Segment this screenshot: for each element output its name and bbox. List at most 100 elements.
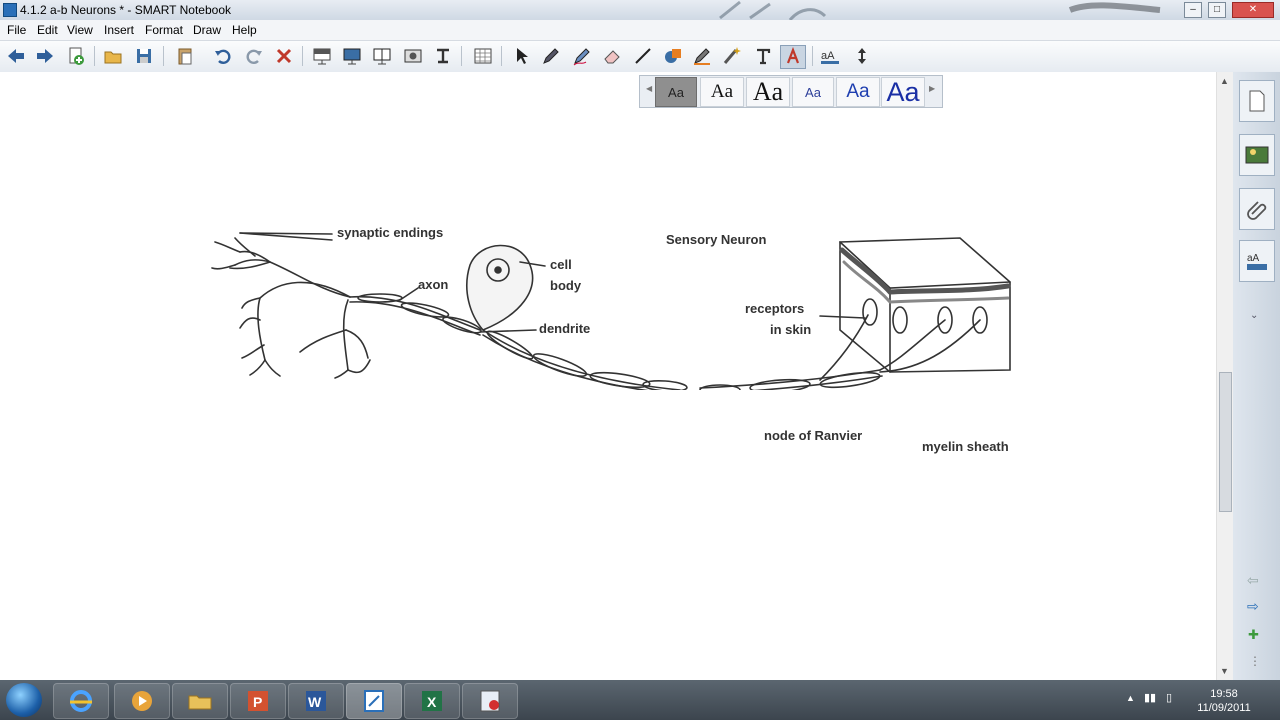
- move-toolbar-icon[interactable]: [850, 45, 874, 67]
- smart-tools-icon[interactable]: [462, 683, 518, 719]
- vertical-scrollbar[interactable]: ▲ ▼: [1216, 72, 1233, 680]
- label-body: body: [550, 278, 582, 293]
- screen-capture-icon[interactable]: [401, 45, 425, 67]
- add-page-icon[interactable]: [64, 45, 88, 67]
- menu-view[interactable]: View: [67, 23, 93, 37]
- attachments-tab-icon[interactable]: [1239, 188, 1275, 230]
- label-dendrite: dendrite: [539, 321, 591, 336]
- clock-date[interactable]: 11/09/2011: [1194, 702, 1254, 714]
- font-bar-prev-icon[interactable]: ◀: [646, 84, 652, 93]
- font-style-label: Aa: [668, 84, 684, 100]
- show-hidden-icons-icon[interactable]: ▲: [1126, 693, 1135, 703]
- windows-taskbar: P W X ▲ ▮▮ ▯ 19:58 11/09/2011: [0, 680, 1280, 720]
- side-tabs-panel: aA ⌄ ⇦ ⇨ ✚ ⋮: [1233, 72, 1280, 680]
- undo-icon[interactable]: [211, 45, 235, 67]
- smart-notebook-taskbar-icon[interactable]: [346, 683, 402, 719]
- properties-tab-icon[interactable]: aA: [1239, 240, 1275, 282]
- font-size-icon[interactable]: aA: [818, 45, 842, 67]
- menu-bar: File Edit View Insert Format Draw Help: [0, 20, 1280, 41]
- font-bar-next-icon[interactable]: ▶: [929, 84, 935, 93]
- paste-icon[interactable]: [173, 45, 197, 67]
- line-icon[interactable]: [631, 45, 655, 67]
- table-icon[interactable]: [471, 45, 495, 67]
- right-arrow-icon[interactable]: ⇨: [1247, 598, 1259, 615]
- page-sorter-tab-icon[interactable]: [1239, 80, 1275, 122]
- shape-icon[interactable]: [661, 45, 685, 67]
- menu-insert[interactable]: Insert: [104, 23, 134, 37]
- add-page-side-icon[interactable]: ✚: [1248, 627, 1259, 643]
- minimize-button[interactable]: –: [1184, 2, 1202, 18]
- font-style-label: Aa: [886, 76, 920, 107]
- toolbar-move-side-icon[interactable]: ⋮: [1249, 654, 1261, 668]
- font-style-3[interactable]: Aa: [746, 77, 790, 107]
- redo-icon[interactable]: [242, 45, 266, 67]
- dual-page-icon[interactable]: [370, 45, 394, 67]
- creative-pen-icon[interactable]: [570, 45, 594, 67]
- select-icon[interactable]: [510, 45, 534, 67]
- menu-draw[interactable]: Draw: [193, 23, 221, 37]
- font-style-label: Aa: [710, 81, 734, 102]
- label-synaptic-endings: synaptic endings: [337, 225, 444, 240]
- media-player-icon[interactable]: [114, 683, 170, 719]
- file-explorer-icon[interactable]: [172, 683, 228, 719]
- network-icon[interactable]: ▮▮: [1144, 691, 1156, 704]
- screen-shade-icon[interactable]: [310, 45, 334, 67]
- text-icon[interactable]: [751, 45, 775, 67]
- save-icon[interactable]: [132, 45, 156, 67]
- neuron-illustration: [211, 232, 1011, 390]
- title-bar: 4.1.2 a-b Neurons * - SMART Notebook – □…: [0, 0, 1280, 20]
- left-arrow-icon[interactable]: ⇦: [1247, 572, 1259, 589]
- maximize-button[interactable]: □: [1208, 2, 1226, 18]
- start-button[interactable]: [6, 683, 42, 717]
- font-style-label: Aa: [805, 84, 821, 100]
- internet-explorer-icon[interactable]: [53, 683, 109, 719]
- font-style-5[interactable]: Aa: [836, 77, 880, 107]
- full-screen-icon[interactable]: [340, 45, 364, 67]
- document-camera-icon[interactable]: [431, 45, 455, 67]
- diagram-title: Sensory Neuron: [666, 232, 767, 247]
- svg-text:W: W: [308, 694, 322, 710]
- label-receptors: receptors: [745, 301, 805, 316]
- font-style-bar: ◀ Aa Aa Aa Aa Aa Aa ▶: [639, 75, 943, 108]
- word-icon[interactable]: W: [288, 683, 344, 719]
- menu-file[interactable]: File: [7, 23, 26, 37]
- delete-icon[interactable]: [272, 45, 296, 67]
- menu-edit[interactable]: Edit: [37, 23, 58, 37]
- menu-help[interactable]: Help: [232, 23, 257, 37]
- smart-notebook-app-icon[interactable]: [3, 3, 17, 17]
- font-style-2[interactable]: Aa: [700, 77, 744, 107]
- font-style-label: Aa: [752, 77, 784, 106]
- properties-icon[interactable]: [780, 45, 806, 69]
- menu-format[interactable]: Format: [145, 23, 183, 37]
- pen-icon[interactable]: [539, 45, 563, 67]
- scroll-thumb[interactable]: [1219, 372, 1232, 512]
- svg-text:P: P: [253, 694, 262, 710]
- open-icon[interactable]: [101, 45, 125, 67]
- collapse-arrow-icon[interactable]: ⌄: [1250, 310, 1258, 321]
- font-style-4[interactable]: Aa: [792, 77, 834, 107]
- label-node-of-ranvier: node of Ranvier: [764, 428, 863, 443]
- forward-icon[interactable]: [33, 45, 57, 67]
- battery-icon[interactable]: ▯: [1166, 691, 1172, 704]
- scroll-up-icon[interactable]: ▲: [1220, 76, 1229, 86]
- back-icon[interactable]: [4, 45, 28, 67]
- excel-icon[interactable]: X: [404, 683, 460, 719]
- fill-icon[interactable]: [690, 45, 714, 67]
- gallery-tab-icon[interactable]: [1239, 134, 1275, 176]
- background-wallpaper-strip: [719, 0, 1161, 20]
- label-axon: axon: [418, 277, 449, 292]
- powerpoint-icon[interactable]: P: [230, 683, 286, 719]
- font-style-1[interactable]: Aa: [655, 77, 697, 107]
- close-button[interactable]: ✕: [1232, 2, 1274, 18]
- svg-text:aA: aA: [821, 50, 835, 62]
- system-tray: ▲ ▮▮ ▯ 19:58 11/09/2011: [1120, 680, 1280, 720]
- label-cell: cell: [550, 257, 572, 272]
- scroll-down-icon[interactable]: ▼: [1220, 666, 1229, 676]
- magic-pen-icon[interactable]: [720, 45, 744, 67]
- clock-time[interactable]: 19:58: [1194, 688, 1254, 700]
- font-style-6[interactable]: Aa: [881, 77, 925, 107]
- eraser-icon[interactable]: [600, 45, 624, 67]
- window-title: 4.1.2 a-b Neurons * - SMART Notebook: [20, 3, 231, 17]
- label-myelin-sheath: myelin sheath: [922, 439, 1009, 454]
- font-style-label: Aa: [846, 81, 870, 102]
